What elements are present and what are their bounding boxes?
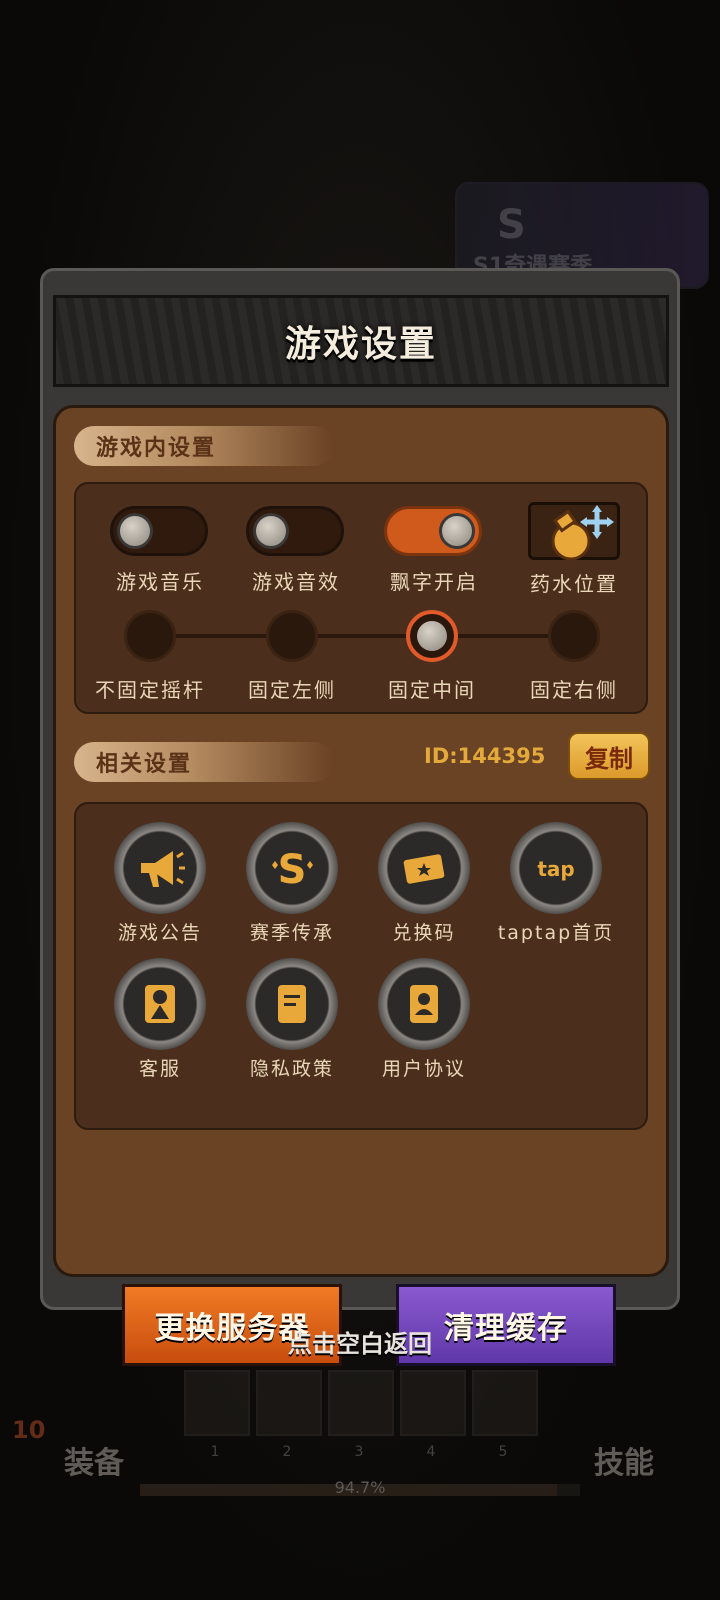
customer-service-label: 客服 <box>138 1058 181 1080</box>
copy-id-button[interactable]: 复制 <box>568 732 650 780</box>
toggle-knob <box>439 513 475 549</box>
slot-number: 4 <box>426 1444 436 1460</box>
skill-slot <box>400 1370 466 1436</box>
toggle-knob <box>253 513 289 549</box>
joystick-fixed-left-label: 固定左侧 <box>248 678 336 702</box>
potion-position-label: 药水位置 <box>530 572 618 596</box>
customer-service-button[interactable] <box>114 958 206 1050</box>
joystick-fixed-center-radio[interactable] <box>406 610 458 662</box>
document-icon <box>278 985 306 1023</box>
slot-number: 1 <box>210 1444 220 1460</box>
season-legacy-label: 赛季传承 <box>249 922 334 944</box>
potion-move-icon <box>551 505 614 561</box>
joystick-unfixed-label: 不固定摇杆 <box>95 678 205 702</box>
skill-slot <box>256 1370 322 1436</box>
in-game-settings-box: 游戏音乐 游戏音效 飘字开启 药水位置 不固定摇杆 固定左侧 固定中间 固定右侧 <box>74 482 648 714</box>
joystick-fixed-right-radio[interactable] <box>548 610 600 662</box>
ticket-icon <box>403 854 445 884</box>
in-game-settings-heading-text: 游戏内设置 <box>96 436 217 461</box>
season-s-icon: S <box>272 847 313 893</box>
joystick-fixed-right-label: 固定右侧 <box>530 678 618 702</box>
dialog-title-bar: 游戏设置 <box>53 295 669 387</box>
tap-to-return-hint[interactable]: 点击空白返回 <box>0 1324 720 1359</box>
taptap-home-button[interactable]: tap <box>510 822 602 914</box>
skill-slot <box>184 1370 250 1436</box>
settings-panel: 游戏内设置 游戏音乐 游戏音效 飘字开启 药水位置 不固定摇杆 固定左侧 固定中… <box>53 405 669 1366</box>
copy-id-label: 复制 <box>585 744 633 773</box>
game-sound-label: 游戏音效 <box>252 570 340 594</box>
privacy-policy-label: 隐私政策 <box>249 1058 334 1080</box>
user-agreement-button[interactable] <box>378 958 470 1050</box>
game-music-label: 游戏音乐 <box>116 570 204 594</box>
joystick-unfixed-radio[interactable] <box>124 610 176 662</box>
in-game-settings-heading: 游戏内设置 <box>74 426 334 466</box>
joystick-option-track <box>168 634 592 638</box>
redeem-code-button[interactable] <box>378 822 470 914</box>
skill-slot <box>472 1370 538 1436</box>
slot-number: 3 <box>354 1444 364 1460</box>
floating-text-label: 飘字开启 <box>390 570 478 594</box>
announcement-label: 游戏公告 <box>117 922 202 944</box>
taptap-home-label: taptap首页 <box>497 922 615 944</box>
season-legacy-button[interactable]: S <box>246 822 338 914</box>
settings-dialog: 游戏设置 游戏内设置 游戏音乐 游戏音效 飘字开启 药水位置 不固定摇杆 固定左… <box>40 268 680 1366</box>
toggle-knob <box>117 513 153 549</box>
experience-progress-text: 94.7% <box>334 1478 386 1497</box>
game-music-toggle[interactable] <box>110 506 208 556</box>
game-sound-toggle[interactable] <box>246 506 344 556</box>
equipment-button[interactable]: 装备 <box>64 1438 124 1482</box>
user-card-icon <box>410 985 438 1023</box>
related-settings-heading: 相关设置 <box>74 742 334 782</box>
slot-number: 2 <box>282 1444 292 1460</box>
level-badge: 10 <box>12 1416 46 1444</box>
svg-text:tap: tap <box>537 857 574 881</box>
joystick-fixed-center-label: 固定中间 <box>388 678 476 702</box>
floating-text-toggle[interactable] <box>384 506 482 556</box>
joystick-fixed-left-radio[interactable] <box>266 610 318 662</box>
announcement-button[interactable] <box>114 822 206 914</box>
megaphone-icon <box>141 851 185 887</box>
privacy-policy-button[interactable] <box>246 958 338 1050</box>
season-s-icon: S <box>497 202 526 248</box>
slot-number: 5 <box>498 1444 508 1460</box>
skill-slot <box>328 1370 394 1436</box>
potion-position-button[interactable] <box>528 502 620 561</box>
customer-service-icon <box>145 985 175 1023</box>
user-agreement-label: 用户协议 <box>381 1058 466 1080</box>
svg-text:S: S <box>278 847 307 893</box>
related-settings-box: 游戏公告 S 赛季传承 兑换码 tap taptap首页 客服 隐私政策 用户协… <box>74 802 648 1130</box>
dialog-title: 游戏设置 <box>284 324 437 365</box>
skills-button[interactable]: 技能 <box>594 1438 654 1482</box>
redeem-code-label: 兑换码 <box>392 922 456 944</box>
player-id: ID:144395 <box>424 744 546 768</box>
related-settings-heading-text: 相关设置 <box>96 752 193 777</box>
taptap-icon: tap <box>537 857 574 881</box>
